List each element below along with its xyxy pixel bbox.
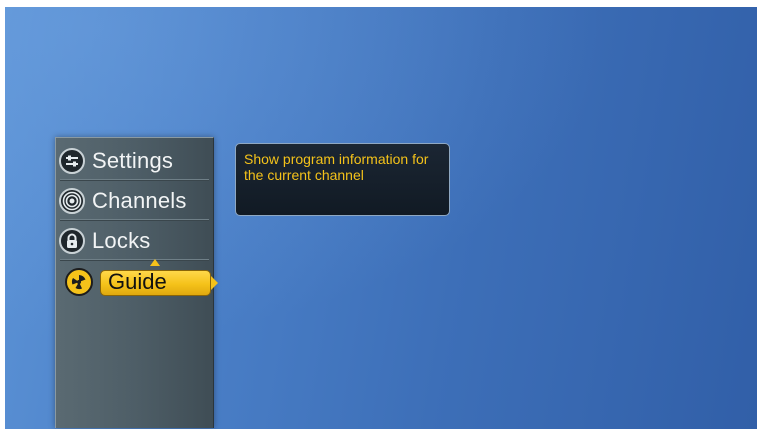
guide-radar-icon: [65, 268, 93, 296]
item-description-tooltip: Show program information for the current…: [235, 143, 450, 216]
menu-item-channels[interactable]: Channels: [56, 182, 213, 220]
menu-item-settings[interactable]: Settings: [56, 142, 213, 180]
broadcast-antenna-icon: [59, 188, 85, 214]
tooltip-text: Show program information for the current…: [244, 151, 429, 183]
submenu-arrow-icon[interactable]: [211, 276, 218, 290]
scroll-up-arrow-icon[interactable]: [150, 259, 160, 266]
settings-sliders-icon: [59, 148, 85, 174]
menu-item-label: Channels: [92, 188, 187, 213]
padlock-icon: [59, 228, 85, 254]
menu-item-label: Guide: [108, 269, 167, 294]
menu-item-label: Locks: [92, 228, 151, 253]
menu-item-guide[interactable]: Guide: [2, 268, 213, 297]
menu-item-label: Settings: [92, 148, 174, 173]
menu-item-locks[interactable]: Locks: [56, 222, 213, 260]
